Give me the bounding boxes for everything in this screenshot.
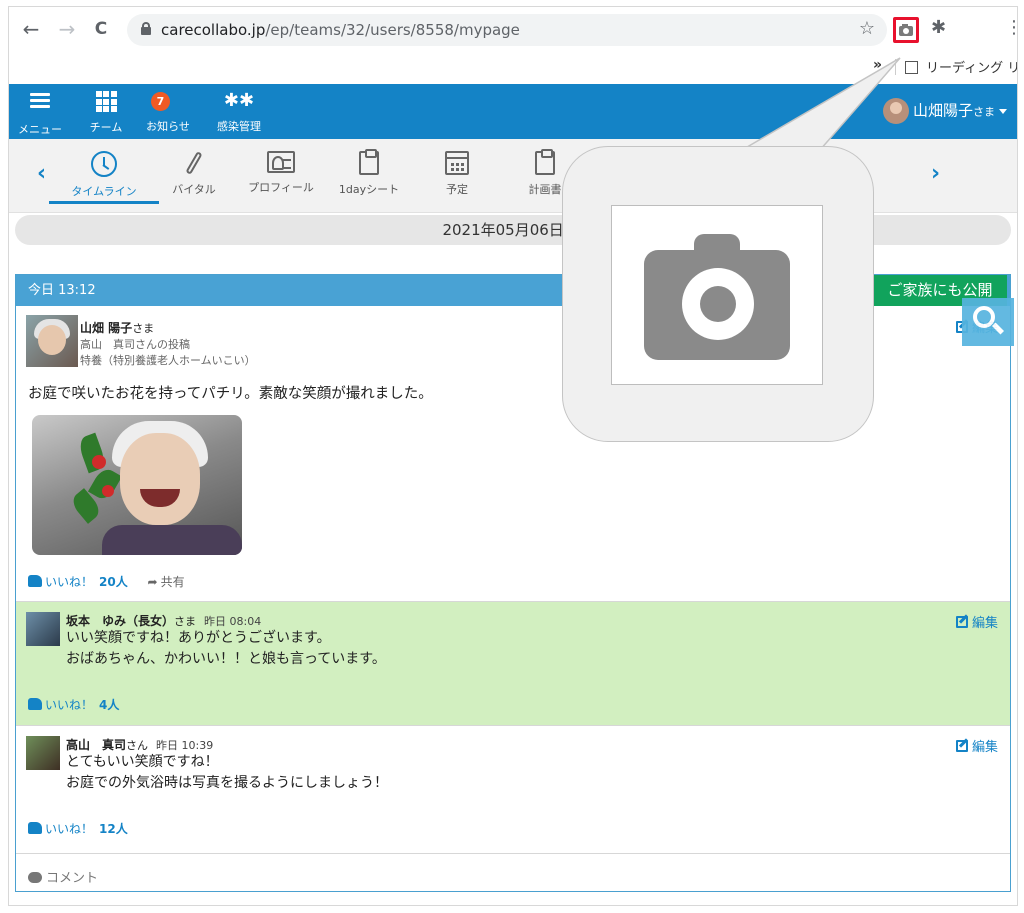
author-meta: 高山 真司さんの投稿 特養（特別養護老人ホームいこい） xyxy=(80,337,256,369)
commenter-name: 高山 真司さん 昨日 10:39 xyxy=(66,738,214,752)
tab-1day-sheet[interactable]: 1dayシート xyxy=(331,149,407,197)
id-card-icon xyxy=(267,151,295,173)
browser-chrome: ← → C carecollabo.jp/ep/teams/32/users/8… xyxy=(9,7,1017,84)
clipboard-icon xyxy=(359,149,379,175)
post-photo[interactable] xyxy=(32,415,242,555)
posted-by-text: 高山 真司さんの投稿 xyxy=(80,338,190,351)
bell-icon: 7 xyxy=(143,90,193,114)
facility-text: 特養（特別養護老人ホームいこい） xyxy=(80,354,256,367)
address-bar[interactable]: carecollabo.jp/ep/teams/32/users/8558/my… xyxy=(127,14,887,46)
clock-icon xyxy=(91,151,117,177)
clipboard-icon xyxy=(535,149,555,175)
speech-bubble-icon xyxy=(28,872,42,883)
edit-icon xyxy=(956,616,968,628)
tab-next-chevron-icon[interactable]: › xyxy=(931,161,940,186)
camera-extension-icon[interactable] xyxy=(893,17,919,43)
bookmarks-more-button[interactable]: » xyxy=(873,57,882,73)
tab-schedule[interactable]: 予定 xyxy=(427,151,487,197)
notice-badge: 7 xyxy=(151,92,170,111)
bookmarks-separator xyxy=(895,59,896,75)
notice-button[interactable]: 7 お知らせ xyxy=(143,90,193,134)
camera-callout xyxy=(562,146,874,442)
comment-text: いい笑顔ですね！ありがとうございます。 おばあちゃん、かわいい！！と娘も言ってい… xyxy=(66,630,386,667)
app-header: メニュー チーム 7 お知らせ ✱✱ 感染管理 山畑陽子さま xyxy=(9,84,1017,139)
tab-vital[interactable]: バイタル xyxy=(159,151,229,197)
menu-button[interactable]: メニュー xyxy=(15,90,65,137)
browser-menu-icon[interactable]: ⋮ xyxy=(1005,17,1017,38)
edit-icon xyxy=(956,740,968,752)
comment-item: 坂本 ゆみ（長女）さま 昨日 08:04 いい笑顔ですね！ありがとうございます。 … xyxy=(16,601,1010,725)
commenter-avatar xyxy=(26,612,60,646)
user-menu[interactable]: 山畑陽子さま xyxy=(882,98,1007,124)
infection-button[interactable]: ✱✱ 感染管理 xyxy=(211,90,267,134)
caret-down-icon xyxy=(999,108,1007,114)
forward-icon[interactable]: → xyxy=(55,17,79,41)
comment-edit-link[interactable]: 編集 xyxy=(956,736,998,755)
comment-like-button[interactable]: いいね！ 4人 xyxy=(28,696,119,713)
lock-icon xyxy=(141,22,151,35)
screenshot-frame: ← → C carecollabo.jp/ep/teams/32/users/8… xyxy=(8,6,1018,906)
comment-item: 高山 真司さん 昨日 10:39 とてもいい笑顔ですね！ お庭での外気浴時は写真を… xyxy=(16,725,1010,849)
commenter-name: 坂本 ゆみ（長女）さま 昨日 08:04 xyxy=(66,614,262,628)
tab-profile[interactable]: プロフィール xyxy=(239,151,323,195)
thumbs-up-icon xyxy=(28,575,42,587)
calendar-icon xyxy=(445,151,469,175)
callout-image-box xyxy=(611,205,823,385)
thumbs-up-icon xyxy=(28,822,42,834)
share-icon: ➦ xyxy=(147,575,158,589)
comment-input[interactable]: コメント xyxy=(16,853,1010,893)
active-tab-underline xyxy=(49,201,159,204)
comment-text: とてもいい笑顔ですね！ お庭での外気浴時は写真を撮るようにしましょう！ xyxy=(66,754,388,791)
gears-icon: ✱✱ xyxy=(223,90,255,111)
post-body-text: お庭で咲いたお花を持ってパチリ。素敵な笑顔が撮れました。 xyxy=(28,386,433,402)
reading-list-icon xyxy=(905,61,918,74)
reading-list-button[interactable]: リーディング リスト xyxy=(905,57,1017,76)
team-button[interactable]: チーム xyxy=(81,90,131,135)
camera-icon xyxy=(644,234,790,360)
extensions-puzzle-icon[interactable]: ✱ xyxy=(931,17,946,38)
thermometer-icon xyxy=(185,151,203,175)
bookmark-star-icon[interactable]: ☆ xyxy=(859,18,875,39)
url-text: carecollabo.jp/ep/teams/32/users/8558/my… xyxy=(161,21,520,39)
tab-prev-chevron-icon[interactable]: ‹ xyxy=(37,161,46,186)
author-avatar xyxy=(26,315,78,367)
back-icon[interactable]: ← xyxy=(19,17,43,41)
comment-like-button[interactable]: いいね！ 12人 xyxy=(28,820,128,837)
reload-icon[interactable]: C xyxy=(89,17,113,41)
post-like-button[interactable]: いいね！ 20人 xyxy=(28,575,128,589)
thumbs-up-icon xyxy=(28,698,42,710)
search-button[interactable] xyxy=(962,298,1014,346)
comment-edit-link[interactable]: 編集 xyxy=(956,612,998,631)
commenter-avatar xyxy=(26,736,60,770)
tab-timeline[interactable]: タイムライン xyxy=(59,151,149,199)
user-avatar xyxy=(882,98,909,124)
bookmarks-bar: » リーディング リスト xyxy=(9,51,1017,83)
hamburger-icon xyxy=(15,93,65,117)
author-name: 山畑 陽子さま xyxy=(80,321,155,335)
post-like-bar: いいね！ 20人 ➦ 共有 xyxy=(28,573,185,590)
share-button[interactable]: ➦ 共有 xyxy=(148,575,185,589)
grid-icon xyxy=(81,91,131,115)
